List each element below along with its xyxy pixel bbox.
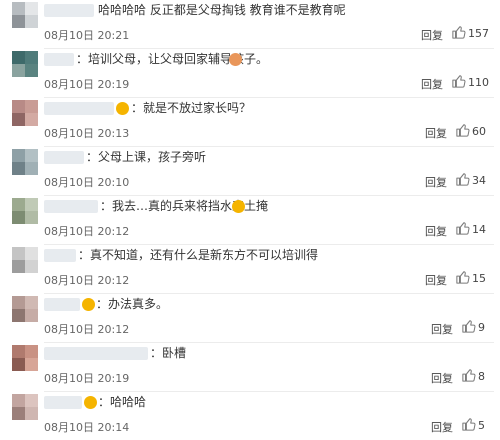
- avatar[interactable]: [12, 51, 38, 77]
- comment-time: 08月10日 20:12: [44, 225, 130, 238]
- smile-emoji-icon: [116, 102, 129, 115]
- reply-button[interactable]: 回复: [421, 76, 443, 92]
- like-count: 14: [472, 223, 486, 236]
- avatar[interactable]: [12, 149, 38, 175]
- comment-text: ：真不知道，还有什么是新东方不可以培训得: [78, 248, 319, 262]
- comment-item: ：父母上课，孩子旁听 08月10日 20:10 回复 34: [0, 147, 500, 196]
- comment-text: ：就是不放过家长吗？: [131, 101, 252, 115]
- thumbs-up-icon[interactable]: [456, 123, 470, 137]
- comment-item: 哈哈哈哈 反正都是父母掏钱 教育谁不是教育呢 08月10日 20:21 回复 1…: [0, 0, 500, 49]
- username-blurred[interactable]: [44, 53, 74, 66]
- like-count: 60: [472, 125, 486, 138]
- comment-text: ：哈哈哈: [98, 395, 147, 409]
- smile-emoji-icon: [84, 396, 97, 409]
- comment-text: 哈哈哈哈 反正都是父母掏钱 教育谁不是教育呢: [98, 3, 346, 17]
- reply-button[interactable]: 回复: [431, 419, 453, 435]
- like-count: 34: [472, 174, 486, 187]
- comment-text: ：父母上课，孩子旁听: [86, 150, 207, 164]
- comment-item: ：就是不放过家长吗？ 08月10日 20:13 回复 60: [0, 98, 500, 147]
- thumbs-up-icon[interactable]: [456, 270, 470, 284]
- thumbs-up-icon[interactable]: [456, 172, 470, 186]
- username-blurred[interactable]: [44, 396, 82, 409]
- username-blurred[interactable]: [44, 249, 76, 262]
- comment-time: 08月10日 20:19: [44, 372, 130, 385]
- username-blurred[interactable]: [44, 200, 98, 213]
- victory-emoji-icon: [82, 298, 95, 311]
- reply-button[interactable]: 回复: [425, 223, 447, 239]
- username-blurred[interactable]: [44, 347, 148, 360]
- thumbs-up-icon[interactable]: [462, 368, 476, 382]
- comment-time: 08月10日 20:13: [44, 127, 130, 140]
- like-count: 9: [478, 321, 485, 334]
- reply-button[interactable]: 回复: [431, 321, 453, 337]
- comment-time: 08月10日 20:21: [44, 29, 130, 42]
- username-blurred[interactable]: [44, 298, 80, 311]
- thumbs-up-icon[interactable]: [456, 221, 470, 235]
- like-count: 15: [472, 272, 486, 285]
- sweat-emoji-icon: [232, 200, 245, 213]
- avatar[interactable]: [12, 345, 38, 371]
- reply-button[interactable]: 回复: [425, 272, 447, 288]
- comment-text: ：卧槽: [150, 346, 187, 360]
- comment-time: 08月10日 20:12: [44, 323, 130, 336]
- like-count: 8: [478, 370, 485, 383]
- comment-item: ：真不知道，还有什么是新东方不可以培训得 08月10日 20:12 回复 15: [0, 245, 500, 294]
- username-blurred[interactable]: [44, 4, 94, 17]
- comment-item: ：办法真多。 08月10日 20:12 回复 9: [0, 294, 500, 343]
- username-blurred[interactable]: [44, 151, 84, 164]
- reply-button[interactable]: 回复: [431, 370, 453, 386]
- avatar[interactable]: [12, 2, 38, 28]
- avatar[interactable]: [12, 247, 38, 273]
- comment-item: ：卧槽 08月10日 20:19 回复 8: [0, 343, 500, 392]
- like-count: 110: [468, 76, 489, 89]
- comment-time: 08月10日 20:12: [44, 274, 130, 287]
- like-count: 5: [478, 419, 485, 432]
- reply-button[interactable]: 回复: [425, 125, 447, 141]
- comment-item: ：哈哈哈 08月10日 20:14 回复 5: [0, 392, 500, 440]
- comment-item: ：我去…真的兵来将挡水来土掩 08月10日 20:12 回复 14: [0, 196, 500, 245]
- like-count: 157: [468, 27, 489, 40]
- avatar[interactable]: [12, 394, 38, 420]
- reply-button[interactable]: 回复: [425, 174, 447, 190]
- avatar[interactable]: [12, 296, 38, 322]
- comment-text: ：办法真多。: [96, 297, 169, 311]
- avatar[interactable]: [12, 198, 38, 224]
- comment-item: ：培训父母，让父母回家辅导孩子。 08月10日 20:19 回复 110: [0, 49, 500, 98]
- comment-time: 08月10日 20:10: [44, 176, 130, 189]
- avatar[interactable]: [12, 100, 38, 126]
- thumbs-up-icon[interactable]: [452, 74, 466, 88]
- thumbs-up-icon[interactable]: [452, 25, 466, 39]
- reply-button[interactable]: 回复: [421, 27, 443, 43]
- username-blurred[interactable]: [44, 102, 114, 115]
- laugh-emoji-icon: [229, 53, 242, 66]
- comment-time: 08月10日 20:14: [44, 421, 130, 434]
- comment-list: 哈哈哈哈 反正都是父母掏钱 教育谁不是教育呢 08月10日 20:21 回复 1…: [0, 0, 500, 440]
- thumbs-up-icon[interactable]: [462, 417, 476, 431]
- thumbs-up-icon[interactable]: [462, 319, 476, 333]
- comment-time: 08月10日 20:19: [44, 78, 130, 91]
